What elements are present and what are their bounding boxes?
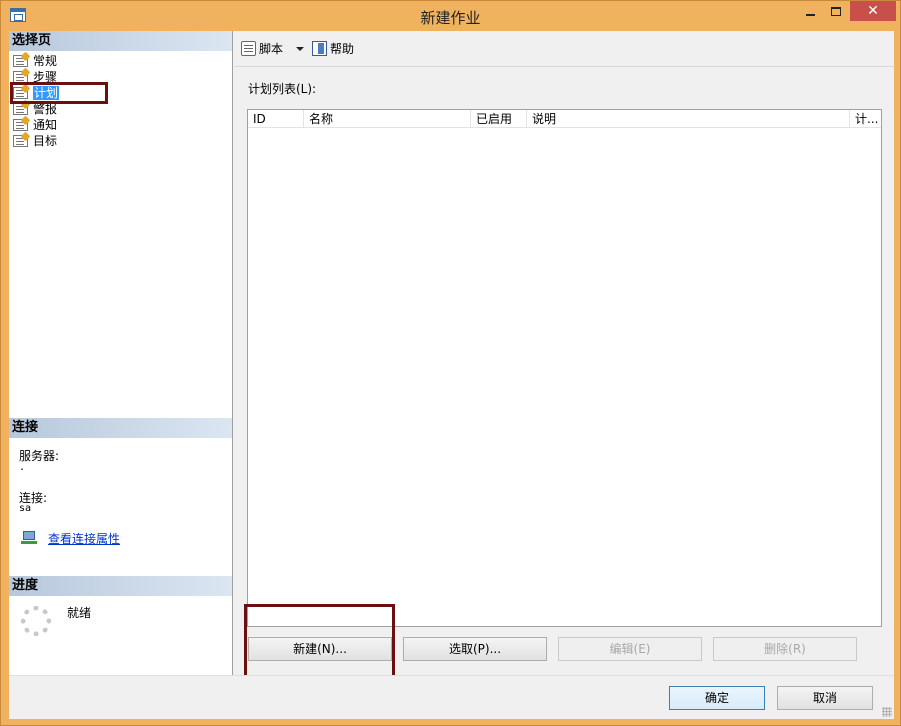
page-item-targets[interactable]: 目标	[12, 133, 232, 149]
page-item-label: 警报	[33, 102, 58, 116]
dialog-client-area: 选择页 常规 步骤 计划 警报 通知 目标 连接 服务器: . 连接: sa 查…	[9, 31, 894, 719]
column-header-jobs[interactable]: 计...	[850, 110, 881, 128]
schedule-list-label: 计划列表(L):	[248, 82, 317, 96]
connection-properties-icon	[21, 531, 37, 545]
help-label: 帮助	[330, 42, 355, 56]
schedule-page-highlight	[10, 82, 108, 104]
server-value: .	[19, 462, 26, 473]
dialog-footer: 确定 取消	[9, 675, 894, 719]
view-connection-properties-link[interactable]: 查看连接属性	[48, 530, 218, 547]
new-job-window: 新建作业 ✕ 选择页 常规 步骤 计划 警报 通知 目标 连接 服务器: . 连…	[0, 0, 901, 726]
page-item-label: 通知	[33, 118, 58, 132]
help-icon	[312, 41, 327, 56]
script-label: 脚本	[259, 42, 284, 56]
page-icon	[13, 103, 28, 115]
column-header-name[interactable]: 名称	[304, 110, 471, 128]
page-icon	[13, 135, 28, 147]
ok-button[interactable]: 确定	[669, 686, 765, 710]
new-button-highlight	[244, 604, 395, 679]
progress-header: 进度	[9, 576, 232, 596]
monitor-shape	[23, 531, 35, 540]
page-icon	[13, 119, 28, 131]
progress-spinner-icon	[21, 606, 51, 636]
title-bar[interactable]: 新建作业 ✕	[1, 1, 900, 31]
minimize-button[interactable]	[797, 1, 823, 21]
edit-schedule-button[interactable]: 编辑(E)	[558, 637, 702, 661]
schedule-page-content: 计划列表(L): ID 名称 已启用 说明 计... 新建(N)... 选取(P…	[234, 68, 894, 679]
toolbar: 脚本 帮助	[234, 31, 894, 67]
cancel-button[interactable]: 取消	[777, 686, 873, 710]
connection-value: sa	[19, 503, 32, 514]
page-item-general[interactable]: 常规	[12, 53, 232, 69]
script-button[interactable]: 脚本	[241, 40, 283, 58]
close-button[interactable]: ✕	[850, 1, 896, 21]
column-header-id[interactable]: ID	[248, 110, 304, 128]
right-pane: 脚本 帮助 计划列表(L): ID 名称 已启用 说明 计... 新建(N)..…	[234, 31, 894, 679]
minimize-icon	[805, 13, 815, 16]
column-header-enabled[interactable]: 已启用	[471, 110, 527, 128]
maximize-button[interactable]	[823, 1, 849, 21]
column-header-description[interactable]: 说明	[527, 110, 850, 128]
page-item-label: 目标	[33, 134, 58, 148]
page-item-label: 常规	[33, 54, 58, 68]
schedule-list-header: ID 名称 已启用 说明 计...	[248, 110, 881, 128]
maximize-icon	[831, 7, 841, 16]
page-icon	[13, 55, 28, 67]
network-base-shape	[21, 541, 37, 544]
script-dropdown-arrow-icon[interactable]	[296, 47, 304, 51]
delete-schedule-button[interactable]: 删除(R)	[713, 637, 857, 661]
left-pane: 选择页 常规 步骤 计划 警报 通知 目标 连接 服务器: . 连接: sa 查…	[9, 31, 233, 675]
script-icon	[241, 41, 256, 56]
schedule-list[interactable]: ID 名称 已启用 说明 计...	[247, 109, 882, 627]
window-title: 新建作业	[420, 9, 481, 27]
resize-grip-icon[interactable]	[882, 707, 892, 717]
page-item-notifications[interactable]: 通知	[12, 117, 232, 133]
pick-schedule-button[interactable]: 选取(P)...	[403, 637, 547, 661]
help-button[interactable]: 帮助	[312, 40, 354, 58]
connection-header: 连接	[9, 418, 232, 438]
select-page-header: 选择页	[9, 31, 232, 51]
